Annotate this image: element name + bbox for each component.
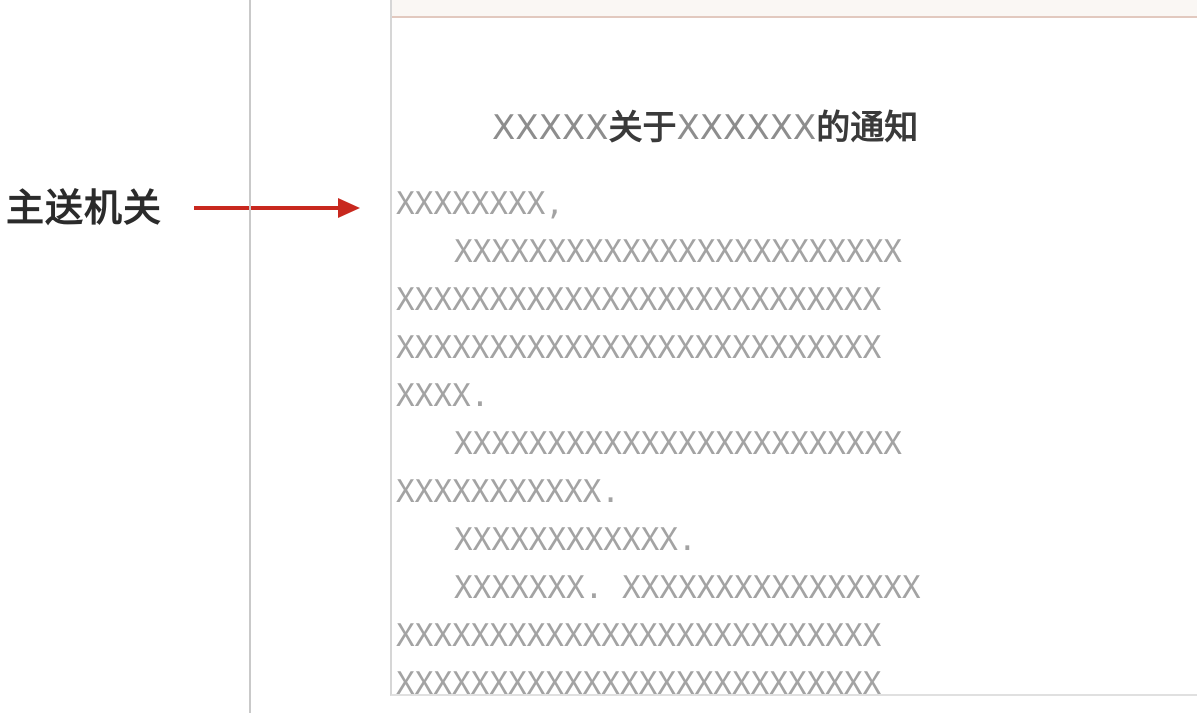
title-text-notice: 的通知 [816,108,919,148]
body-line: XXXXXXXXXXXXXXXXXXXXXXXXXX [396,330,882,366]
divider-line [249,0,251,713]
title-placeholder-subject: XXXXXX [676,108,817,148]
callout-arrow-icon [194,198,360,218]
body-line: XXXX. [396,378,490,414]
body-line: XXXXXXX. XXXXXXXXXXXXXXXX [454,570,921,606]
title-text-about: 关于 [608,108,677,148]
document-title: XXXXX关于XXXXXX的通知 [492,106,918,150]
document-format-illustration: 主送机关 XXXXX关于XXXXXX的通知 XXXXXXXX, XXXXXXXX… [0,0,1197,713]
title-placeholder-issuer: XXXXX [492,108,609,148]
body-line: XXXXXXXXXXX. [396,474,620,510]
body-line: XXXXXXXXXXXXXXXXXXXXXXXXXX [396,666,882,696]
body-line: XXXXXXXXXXXXXXXXXXXXXXXX [454,426,902,462]
recipient-callout-label: 主送机关 [6,186,163,230]
body-line: XXXXXXXXXXXXXXXXXXXXXXXXXX [396,282,882,318]
page-top-edge [392,0,1197,18]
document-page: XXXXX关于XXXXXX的通知 XXXXXXXX, XXXXXXXXXXXXX… [390,0,1197,696]
body-line: XXXXXXXXXXXXXXXXXXXXXXXX [454,234,902,270]
body-line: XXXXXXXXXXXXXXXXXXXXXXXXXX [396,618,882,654]
body-line: XXXXXXXXXXXX. [454,522,697,558]
recipient-line: XXXXXXXX, [396,186,564,222]
